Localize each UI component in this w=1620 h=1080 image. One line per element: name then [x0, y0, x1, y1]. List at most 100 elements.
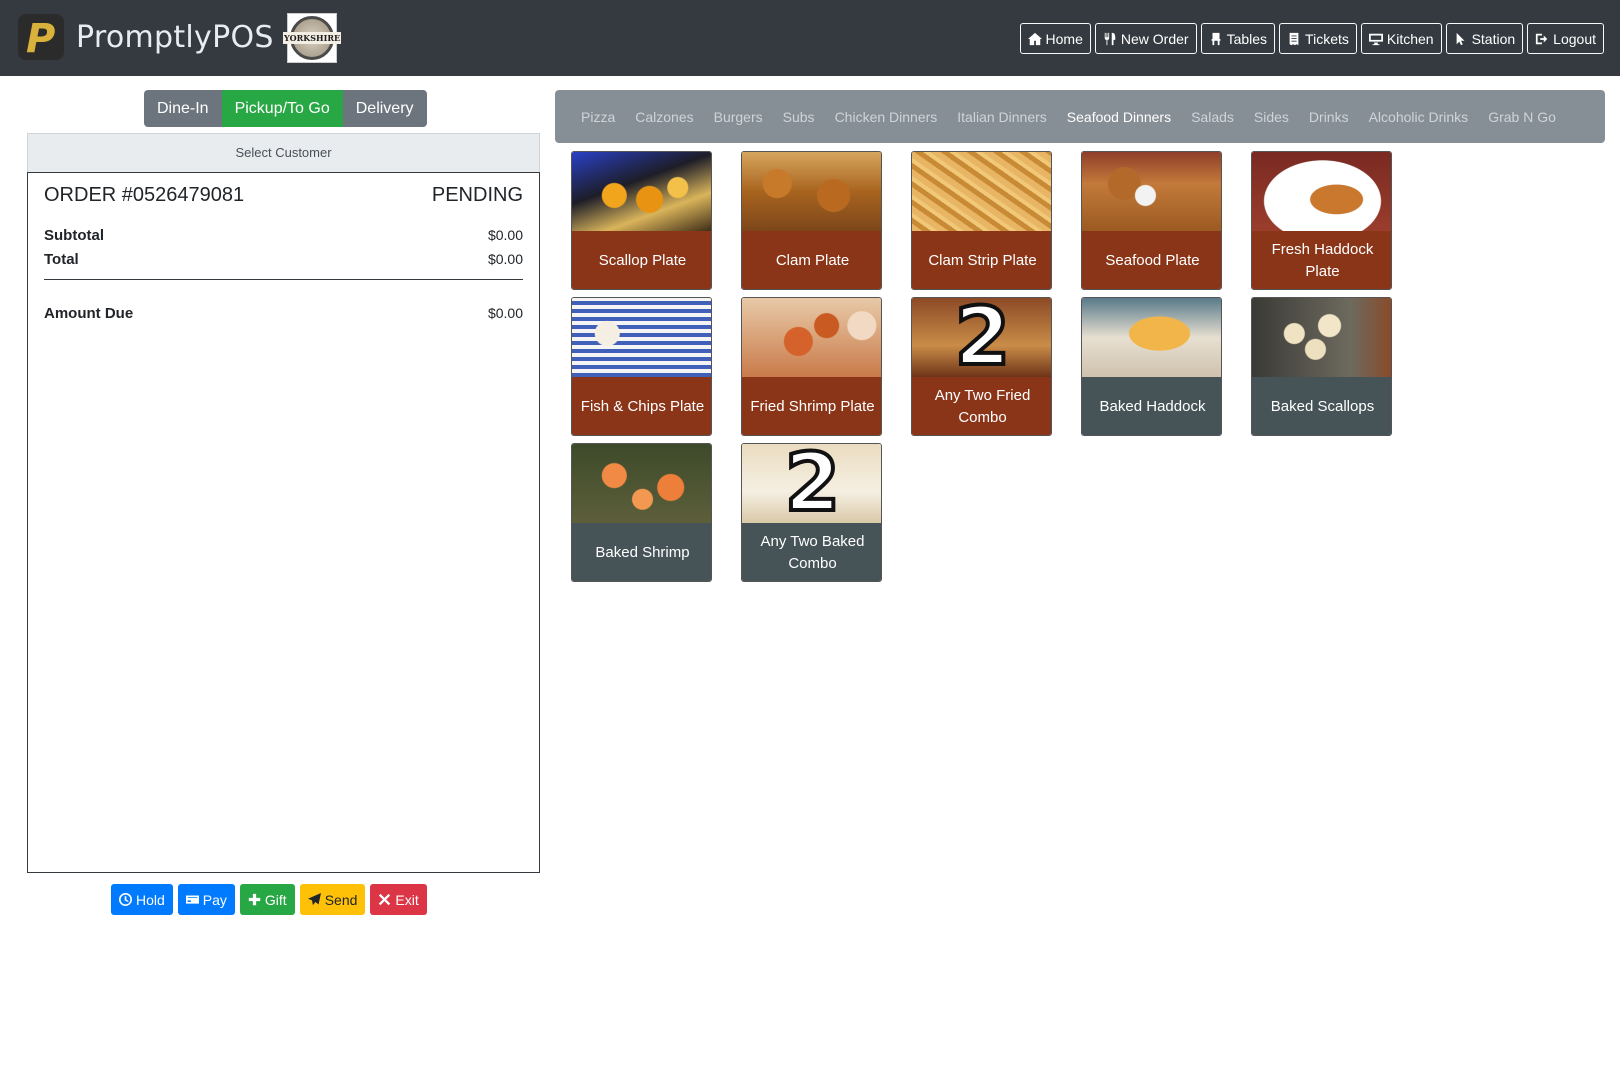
- nav-tickets-label: Tickets: [1305, 30, 1349, 47]
- menu-item-label: Baked Shrimp: [572, 523, 711, 581]
- nav-buttons: Home New Order Tables Tickets Kitchen St…: [1019, 23, 1604, 54]
- menu-item-label: Seafood Plate: [1082, 231, 1221, 289]
- nav-kitchen-button[interactable]: Kitchen: [1360, 23, 1442, 54]
- receipt-icon: [1289, 32, 1299, 45]
- hold-button[interactable]: Hold: [111, 884, 173, 915]
- category-sides[interactable]: Sides: [1254, 109, 1289, 125]
- order-type-delivery[interactable]: Delivery: [342, 90, 427, 127]
- nav-home-button[interactable]: Home: [1019, 23, 1091, 54]
- category-calzones[interactable]: Calzones: [635, 109, 693, 125]
- menu-item-any-two-fried-combo[interactable]: 2 Any Two Fried Combo: [911, 297, 1052, 436]
- clam-strip-plate-photo: [912, 152, 1051, 231]
- credit-card-icon: [185, 895, 199, 904]
- nav-kitchen-label: Kitchen: [1386, 30, 1434, 47]
- fresh-haddock-plate-photo: [1252, 152, 1391, 231]
- combo-two-badge: 2: [953, 298, 1013, 377]
- menu-item-label: Clam Plate: [742, 231, 881, 289]
- menu-item-baked-shrimp[interactable]: Baked Shrimp: [571, 443, 712, 582]
- category-seafood-dinners[interactable]: Seafood Dinners: [1067, 109, 1171, 125]
- category-salads[interactable]: Salads: [1191, 109, 1234, 125]
- nav-logout-button[interactable]: Logout: [1527, 23, 1604, 54]
- gift-label: Gift: [264, 891, 287, 908]
- any-two-fried-combo-photo: 2: [912, 298, 1051, 377]
- menu-item-label: Fish & Chips Plate: [572, 377, 711, 435]
- order-header: ORDER #0526479081 PENDING: [44, 184, 523, 207]
- promptlypos-logo-icon: P: [18, 14, 64, 60]
- nav-tickets-button[interactable]: Tickets: [1279, 23, 1357, 54]
- exit-button[interactable]: Exit: [370, 884, 427, 915]
- pay-label: Pay: [202, 891, 227, 908]
- nav-home-label: Home: [1045, 30, 1083, 47]
- menu-item-baked-haddock[interactable]: Baked Haddock: [1081, 297, 1222, 436]
- total-row: Total $0.00: [44, 251, 523, 268]
- menu-item-any-two-baked-combo[interactable]: 2 Any Two Baked Combo: [741, 443, 882, 582]
- menu-item-fresh-haddock-plate[interactable]: Fresh Haddock Plate: [1251, 151, 1392, 290]
- desktop-icon: [1368, 33, 1383, 45]
- clock-icon: [119, 893, 132, 906]
- baked-scallops-photo: [1252, 298, 1391, 377]
- menu-item-label: Baked Scallops: [1252, 377, 1391, 435]
- nav-logout-label: Logout: [1553, 30, 1596, 47]
- menu-item-label: Clam Strip Plate: [912, 231, 1051, 289]
- clam-plate-photo: [742, 152, 881, 231]
- category-burgers[interactable]: Burgers: [714, 109, 763, 125]
- subtotal-label: Subtotal: [44, 227, 104, 244]
- select-customer-button[interactable]: Select Customer: [27, 133, 540, 173]
- times-icon: [379, 893, 391, 906]
- menu-item-baked-scallops[interactable]: Baked Scallops: [1251, 297, 1392, 436]
- brand[interactable]: P PromptlyPOS: [18, 14, 274, 60]
- home-icon: [1027, 32, 1042, 45]
- utensils-icon: [1104, 32, 1116, 45]
- nav-tables-label: Tables: [1226, 30, 1268, 47]
- order-type-dine-in[interactable]: Dine-In: [144, 90, 222, 127]
- restaurant-logo: YORKSHIRE: [282, 13, 342, 63]
- category-alcoholic-drinks[interactable]: Alcoholic Drinks: [1369, 109, 1469, 125]
- fish-chips-plate-photo: [572, 298, 711, 377]
- menu-item-label: Any Two Baked Combo: [742, 523, 881, 581]
- menu-item-label: Baked Haddock: [1082, 377, 1221, 435]
- category-subs[interactable]: Subs: [783, 109, 815, 125]
- order-type-pickup[interactable]: Pickup/To Go: [221, 90, 343, 127]
- nav-new-order-button[interactable]: New Order: [1094, 23, 1197, 54]
- menu-item-fried-shrimp-plate[interactable]: Fried Shrimp Plate: [741, 297, 882, 436]
- combo-two-badge: 2: [783, 444, 843, 523]
- pay-button[interactable]: Pay: [177, 884, 235, 915]
- menu-item-label: Fried Shrimp Plate: [742, 377, 881, 435]
- menu-item-clam-plate[interactable]: Clam Plate: [741, 151, 882, 290]
- menu-item-label: Any Two Fried Combo: [912, 377, 1051, 435]
- nav-station-label: Station: [1471, 30, 1516, 47]
- seafood-plate-photo: [1082, 152, 1221, 231]
- hold-label: Hold: [136, 891, 165, 908]
- order-divider: [44, 279, 523, 280]
- category-chicken-dinners[interactable]: Chicken Dinners: [835, 109, 938, 125]
- category-pizza[interactable]: Pizza: [581, 109, 615, 125]
- menu-item-label: Scallop Plate: [572, 231, 711, 289]
- nav-station-button[interactable]: Station: [1445, 23, 1524, 54]
- nav-tables-button[interactable]: Tables: [1200, 23, 1276, 54]
- subtotal-value: $0.00: [487, 227, 523, 243]
- order-number: ORDER #0526479081: [44, 184, 245, 206]
- fried-shrimp-plate-photo: [742, 298, 881, 377]
- amount-due-row: Amount Due $0.00: [44, 305, 523, 322]
- menu-item-seafood-plate[interactable]: Seafood Plate: [1081, 151, 1222, 290]
- top-navbar: P PromptlyPOS YORKSHIRE Home New Order T…: [0, 0, 1620, 76]
- category-grab-n-go[interactable]: Grab N Go: [1488, 109, 1556, 125]
- order-actions: Hold Pay Gift Send Exit: [111, 884, 427, 915]
- menu-item-fish-chips-plate[interactable]: Fish & Chips Plate: [571, 297, 712, 436]
- nav-new-order-label: New Order: [1120, 30, 1189, 47]
- menu-item-scallop-plate[interactable]: Scallop Plate: [571, 151, 712, 290]
- scallop-plate-photo: [572, 152, 711, 231]
- menu-item-clam-strip-plate[interactable]: Clam Strip Plate: [911, 151, 1052, 290]
- sign-out-icon: [1536, 33, 1548, 44]
- plus-icon: [248, 893, 261, 906]
- send-button[interactable]: Send: [299, 884, 366, 915]
- amount-due-label: Amount Due: [44, 305, 134, 322]
- category-drinks[interactable]: Drinks: [1309, 109, 1349, 125]
- total-label: Total: [44, 251, 79, 268]
- amount-due-value: $0.00: [487, 305, 523, 321]
- gift-button[interactable]: Gift: [239, 884, 295, 915]
- menu-item-label: Fresh Haddock Plate: [1252, 231, 1391, 289]
- category-italian-dinners[interactable]: Italian Dinners: [957, 109, 1047, 125]
- category-bar: Pizza Calzones Burgers Subs Chicken Dinn…: [555, 90, 1605, 143]
- order-type-toggle: Dine-In Pickup/To Go Delivery: [144, 90, 427, 127]
